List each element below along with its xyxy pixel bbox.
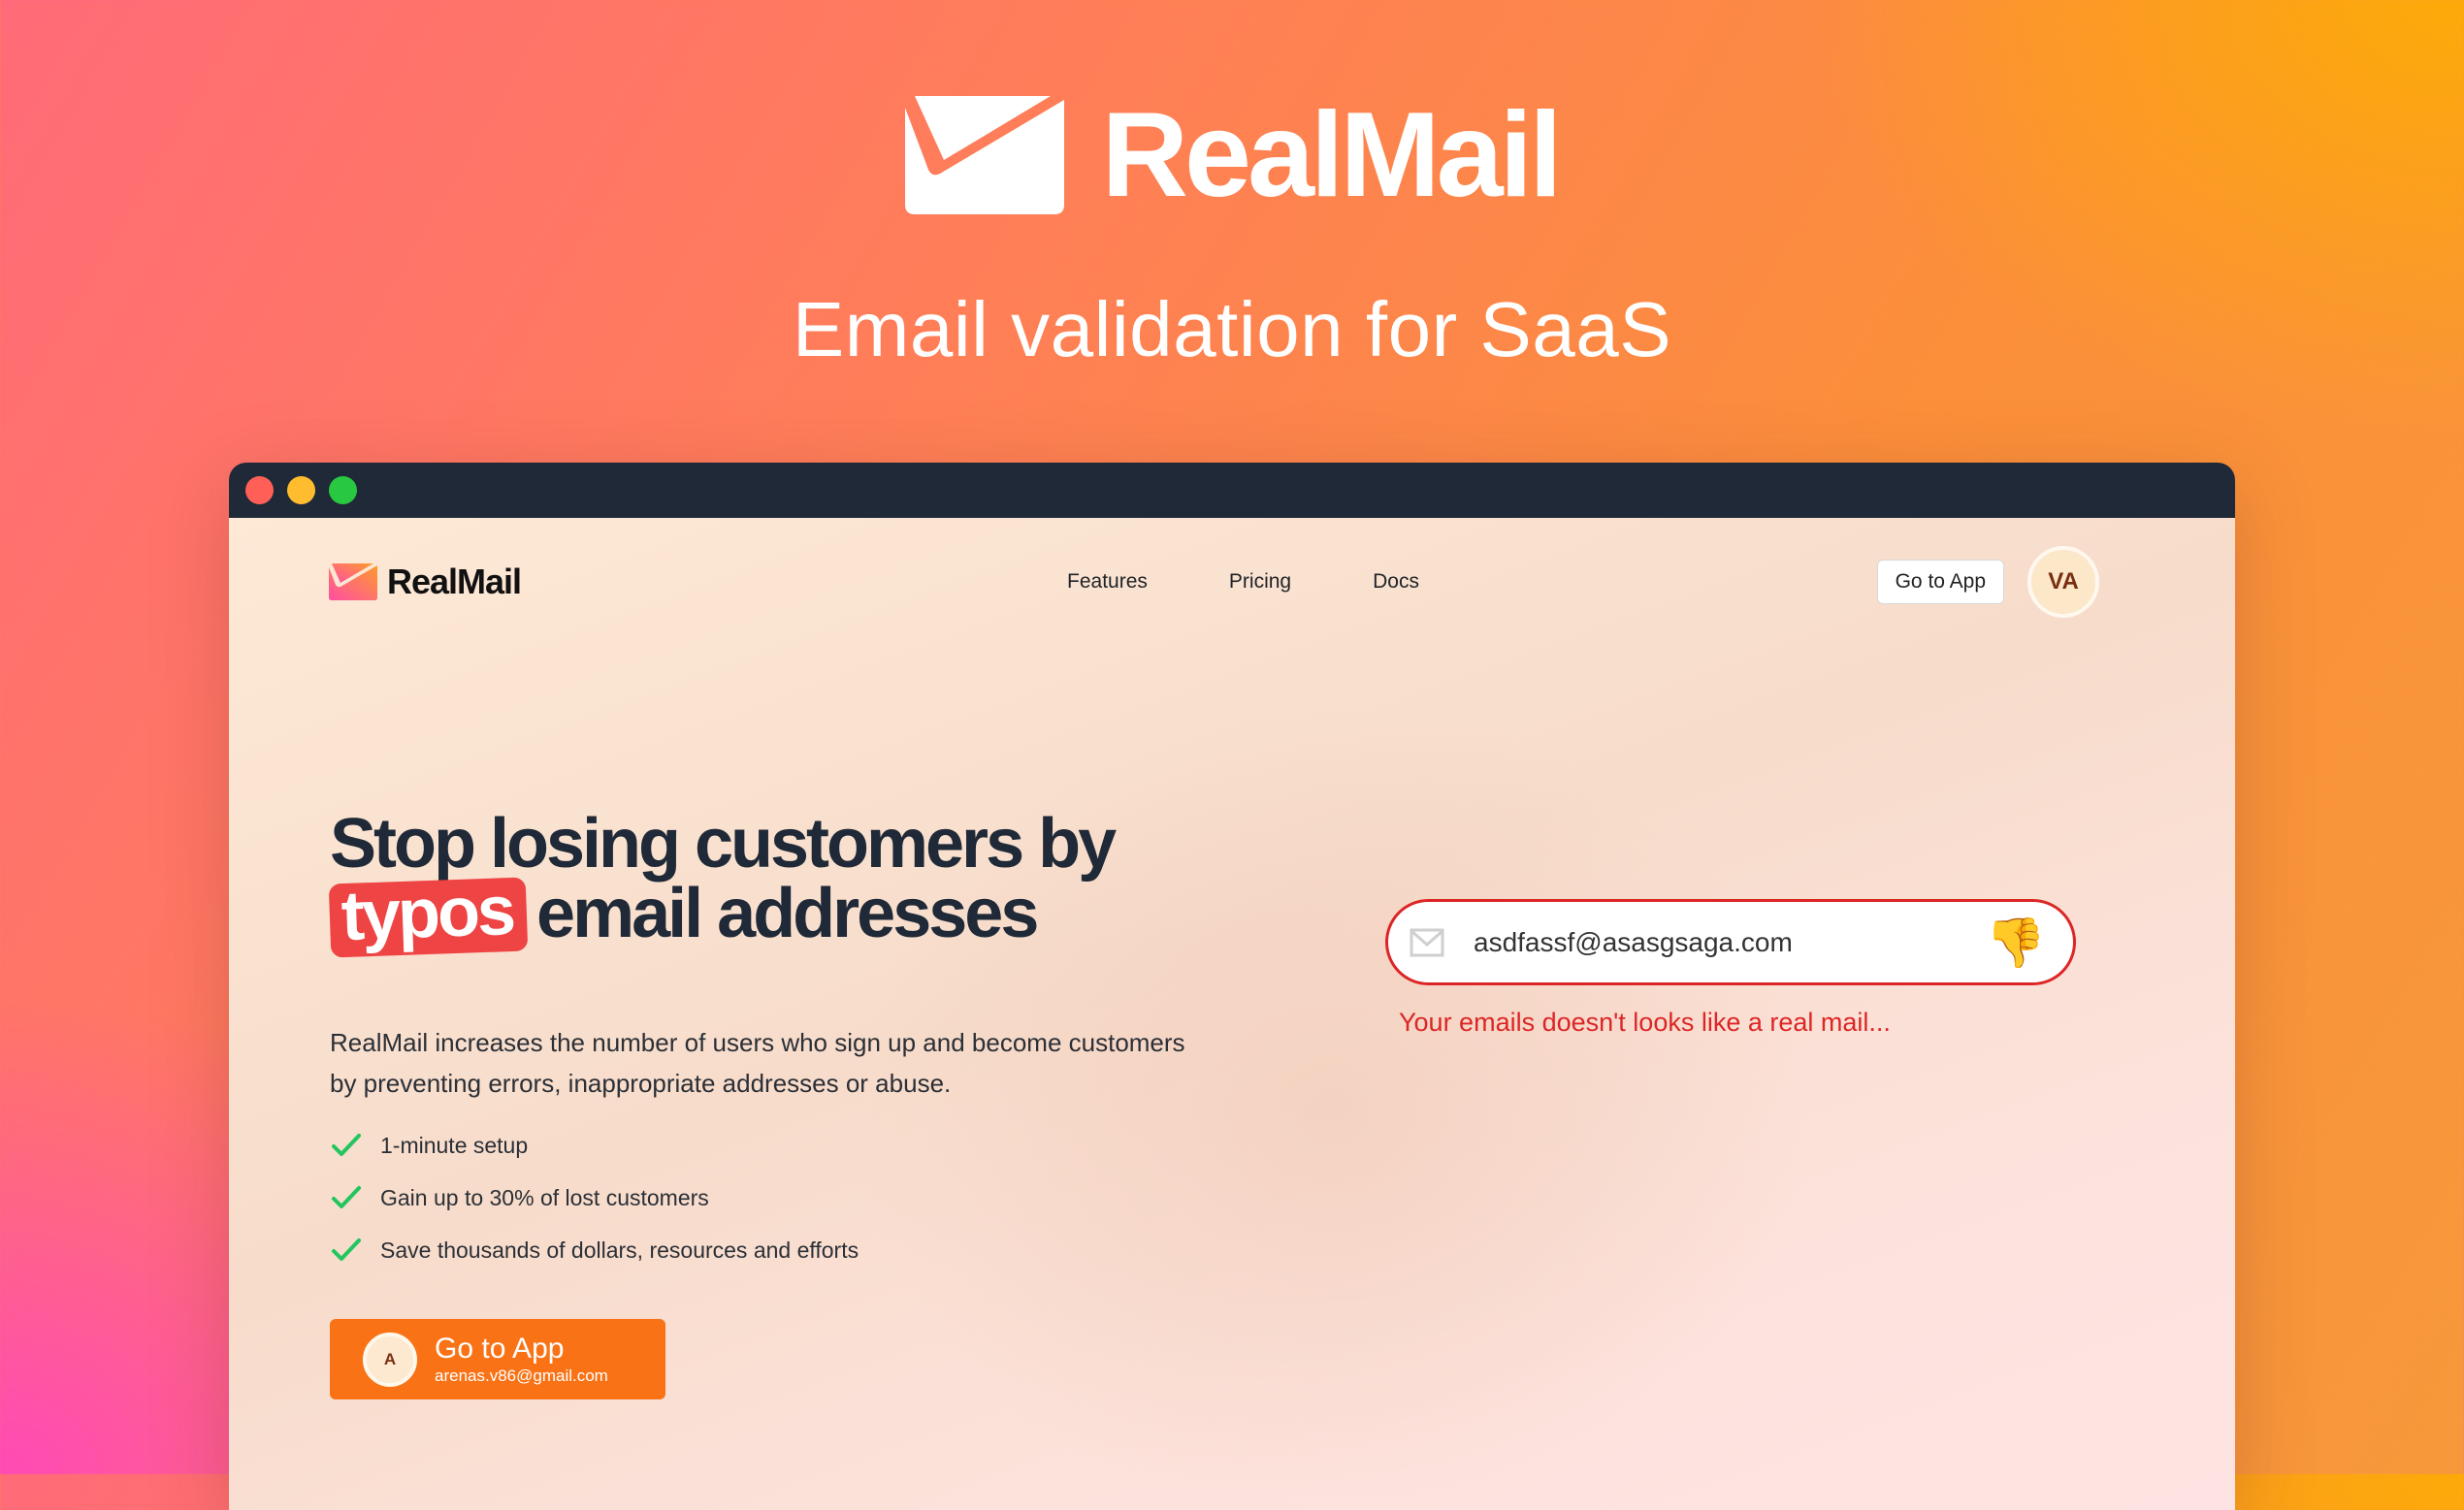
check-icon (332, 1238, 361, 1261)
close-window-button[interactable] (245, 476, 274, 504)
go-to-app-button[interactable]: Go to App (1876, 560, 2004, 604)
user-avatar[interactable]: VA (2027, 546, 2099, 618)
nav-link-docs[interactable]: Docs (1373, 570, 1419, 594)
nav-logo[interactable]: RealMail (329, 562, 522, 602)
headline-line-2-text: email addresses (536, 875, 1039, 952)
nav-actions: Go to App VA (1876, 546, 2099, 618)
envelope-logo-icon (329, 563, 377, 600)
hero-brand: RealMail (0, 95, 2464, 215)
cta-avatar: A (363, 1332, 417, 1387)
page-headline: Stop losing customers by typos email addr… (328, 805, 1203, 958)
envelope-logo-icon (905, 96, 1065, 214)
headline-line-2: typos email addresses (328, 872, 1203, 958)
cta-go-to-app-button[interactable]: A Go to App arenas.v86@gmail.com (330, 1319, 665, 1399)
tagline: Email validation for SaaS (792, 286, 1672, 372)
thumbs-down-icon: 👎 (1985, 915, 2046, 970)
headline-line-1: Stop losing customers by (330, 805, 1117, 883)
cta-label: Go to App (435, 1333, 565, 1365)
check-icon (332, 1186, 361, 1208)
nav-brand-name: RealMail (387, 562, 522, 601)
maximize-window-button[interactable] (329, 476, 357, 504)
nav-links: Features Pricing Docs (387, 570, 2099, 594)
typos-highlight-badge: typos (328, 872, 529, 958)
cta-email: arenas.v86@gmail.com (435, 1366, 608, 1385)
feature-label: Gain up to 30% of lost customers (380, 1184, 709, 1210)
feature-item: Save thousands of dollars, resources and… (330, 1224, 859, 1276)
top-nav: RealMail Features Pricing Docs Go to App… (329, 545, 2099, 619)
minimize-window-button[interactable] (287, 476, 315, 504)
browser-window: RealMail Features Pricing Docs Go to App… (229, 463, 2235, 1510)
page-content: RealMail Features Pricing Docs Go to App… (229, 518, 2235, 1510)
feature-item: Gain up to 30% of lost customers (330, 1172, 859, 1224)
nav-link-features[interactable]: Features (1067, 570, 1148, 594)
nav-link-pricing[interactable]: Pricing (1229, 570, 1291, 594)
check-icon (332, 1134, 361, 1156)
feature-list: 1-minute setup Gain up to 30% of lost cu… (330, 1119, 859, 1276)
email-input[interactable] (1472, 925, 1986, 959)
email-validator-field: 👎 (1385, 899, 2076, 985)
window-titlebar (229, 463, 2235, 518)
feature-item: 1-minute setup (330, 1119, 859, 1172)
validation-error-message: Your emails doesn't looks like a real ma… (1399, 1008, 1891, 1037)
cta-text: Go to App arenas.v86@gmail.com (435, 1333, 608, 1385)
description: RealMail increases the number of users w… (330, 1028, 1185, 1098)
feature-label: 1-minute setup (380, 1132, 529, 1158)
mail-icon (1410, 928, 1444, 956)
feature-label: Save thousands of dollars, resources and… (380, 1237, 859, 1263)
hero-brand-name: RealMail (1101, 88, 1562, 222)
